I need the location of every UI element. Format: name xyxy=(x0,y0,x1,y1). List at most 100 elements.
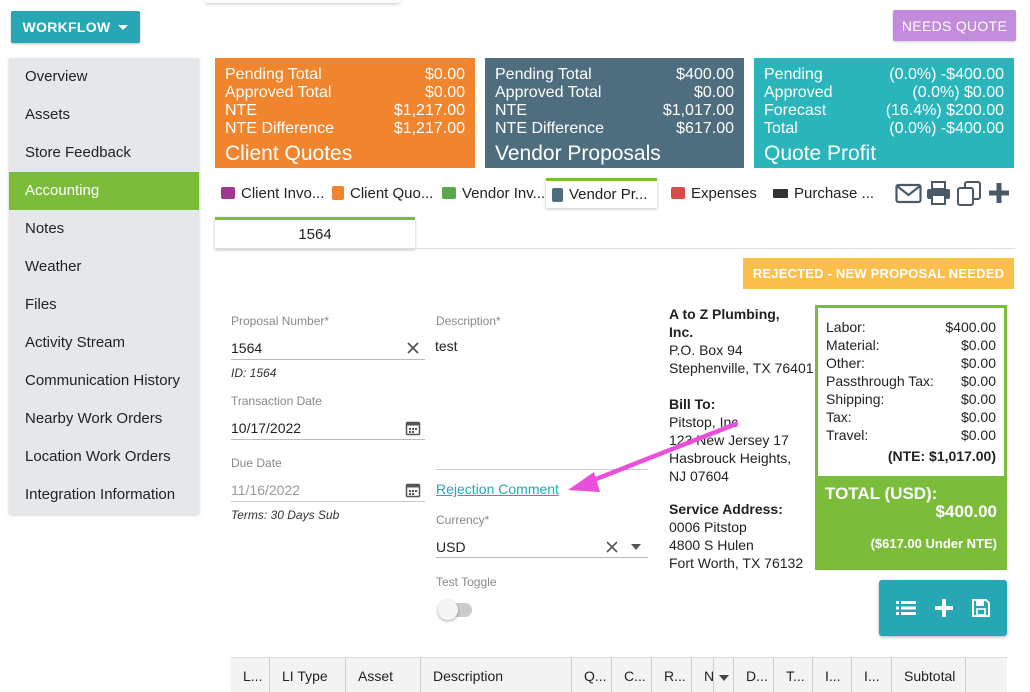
card-value: $400.00 xyxy=(676,66,734,83)
add-icon[interactable] xyxy=(934,599,953,617)
column-header[interactable]: L... xyxy=(231,658,270,692)
card-label: Pending Total xyxy=(495,66,592,83)
transaction-date-input[interactable] xyxy=(231,418,401,438)
card-value: (16.4%) $200.00 xyxy=(885,102,1004,119)
proposal-number-input[interactable] xyxy=(231,338,401,358)
quote-profit-card: Pending (0.0%) -$400.00 Approved (0.0%) $0… xyxy=(754,58,1014,168)
tab-proposal-1564[interactable]: 1564 xyxy=(215,217,415,249)
column-menu[interactable] xyxy=(714,658,734,692)
field-underline xyxy=(231,501,425,502)
transaction-date-label: Transaction Date xyxy=(231,394,322,408)
needs-quote-label: NEEDS QUOTE xyxy=(901,17,1008,34)
card-label: NTE Difference xyxy=(225,120,335,137)
column-header[interactable]: T... xyxy=(774,658,813,692)
summary-value: $0.00 xyxy=(960,427,996,443)
action-toolbar xyxy=(879,580,1007,636)
sidebar-item-overview[interactable]: Overview xyxy=(9,58,199,96)
chevron-down-icon[interactable] xyxy=(631,544,641,550)
column-header[interactable]: Q... xyxy=(572,658,612,692)
column-header[interactable]: I... xyxy=(852,658,892,692)
card-value: $1,017.00 xyxy=(662,102,734,119)
test-toggle[interactable] xyxy=(438,600,472,620)
proposal-number-label: Proposal Number* xyxy=(231,314,330,328)
tab-label: Purchase ... xyxy=(794,184,875,202)
sidebar-item-communication-history[interactable]: Communication History xyxy=(9,362,199,400)
clear-icon[interactable] xyxy=(406,341,420,355)
toggle-knob xyxy=(438,600,458,620)
tab-client-quotes[interactable]: Client Quo... xyxy=(332,178,433,208)
tab-vendor-invoices[interactable]: Vendor Inv... xyxy=(442,178,545,208)
card-label: NTE xyxy=(495,102,527,119)
card-title: Client Quotes xyxy=(225,142,353,165)
column-header[interactable]: N xyxy=(692,658,714,692)
card-label: Forecast xyxy=(764,102,827,119)
test-toggle-label: Test Toggle xyxy=(436,575,497,589)
card-label: Approved Total xyxy=(495,84,602,101)
clear-icon[interactable] xyxy=(605,540,619,554)
card-value: $0.00 xyxy=(424,84,465,101)
email-icon[interactable] xyxy=(895,181,922,205)
invoice-icon xyxy=(221,187,235,199)
sidebar-item-integration-information[interactable]: Integration Information xyxy=(9,476,199,514)
summary-value: $400.00 xyxy=(945,319,996,335)
list-icon[interactable] xyxy=(896,600,917,616)
line-items-header: L... LI Type Asset Description Q... C...… xyxy=(231,657,1007,692)
add-icon[interactable] xyxy=(988,181,1010,205)
column-header[interactable]: Description xyxy=(421,658,572,692)
sidebar-item-assets[interactable]: Assets xyxy=(9,96,199,134)
card-value: $617.00 xyxy=(676,120,734,137)
top-bar-edge xyxy=(205,0,400,3)
money-icon xyxy=(442,187,456,199)
print-icon[interactable] xyxy=(926,181,951,205)
sidebar-item-location-work-orders[interactable]: Location Work Orders xyxy=(9,438,199,476)
rejection-comment-link[interactable]: Rejection Comment xyxy=(436,481,559,497)
status-banner: REJECTED - NEW PROPOSAL NEEDED xyxy=(743,258,1014,289)
receipt-icon xyxy=(671,187,685,199)
vendor-address: A to Z Plumbing, Inc. P.O. Box 94 Stephe… xyxy=(669,305,814,377)
summary-label: Other: xyxy=(826,355,865,371)
summary-label: Labor: xyxy=(826,319,866,335)
card-label: NTE Difference xyxy=(495,120,605,137)
field-underline xyxy=(231,359,425,360)
sidebar-item-notes[interactable]: Notes xyxy=(9,210,199,248)
column-header[interactable]: LI Type xyxy=(270,658,346,692)
calendar-icon[interactable] xyxy=(405,482,421,498)
sidebar-item-activity-stream[interactable]: Activity Stream xyxy=(9,324,199,362)
sidebar-item-store-feedback[interactable]: Store Feedback xyxy=(9,134,199,172)
chevron-down-icon xyxy=(718,675,729,681)
column-header[interactable]: D... xyxy=(734,658,774,692)
summary-label: Passthrough Tax: xyxy=(826,373,934,389)
sidebar-item-nearby-work-orders[interactable]: Nearby Work Orders xyxy=(9,400,199,438)
status-banner-label: REJECTED - NEW PROPOSAL NEEDED xyxy=(752,266,1005,281)
tab-purchase-orders[interactable]: Purchase ... xyxy=(773,178,874,208)
due-date-input[interactable] xyxy=(231,480,401,500)
tab-expenses[interactable]: Expenses xyxy=(671,178,757,208)
tab-client-invoices[interactable]: Client Invo... xyxy=(221,178,324,208)
due-date-label: Due Date xyxy=(231,456,282,470)
sidebar-item-accounting[interactable]: Accounting xyxy=(9,172,199,210)
tab-vendor-proposals[interactable]: Vendor Pr... xyxy=(546,178,657,208)
column-header[interactable]: Asset xyxy=(346,658,421,692)
sidebar-item-files[interactable]: Files xyxy=(9,286,199,324)
copy-icon[interactable] xyxy=(956,181,982,207)
column-header[interactable]: Subtotal xyxy=(892,658,966,692)
summary-label: Travel: xyxy=(826,427,869,443)
vendor-name: A to Z Plumbing, xyxy=(669,306,780,322)
card-value: (0.0%) -$400.00 xyxy=(889,120,1004,137)
column-header[interactable]: I... xyxy=(813,658,852,692)
sidebar-item-weather[interactable]: Weather xyxy=(9,248,199,286)
column-header[interactable]: R... xyxy=(652,658,692,692)
card-label: Pending xyxy=(764,66,823,83)
column-header[interactable]: C... xyxy=(612,658,652,692)
total-panel: TOTAL (USD): $400.00 ($617.00 Under NTE) xyxy=(815,476,1007,570)
needs-quote-button[interactable]: NEEDS QUOTE xyxy=(893,10,1016,41)
card-value: (0.0%) -$400.00 xyxy=(889,66,1004,83)
vendor-address-line: P.O. Box 94 xyxy=(669,342,743,358)
vendor-name: Inc. xyxy=(669,324,694,340)
calendar-icon[interactable] xyxy=(405,420,421,436)
save-icon[interactable] xyxy=(971,599,990,617)
workflow-button[interactable]: WORKFLOW xyxy=(11,11,140,43)
under-nte: ($617.00 Under NTE) xyxy=(870,536,997,551)
currency-select[interactable]: USD xyxy=(436,539,466,555)
chevron-down-icon xyxy=(118,24,129,30)
